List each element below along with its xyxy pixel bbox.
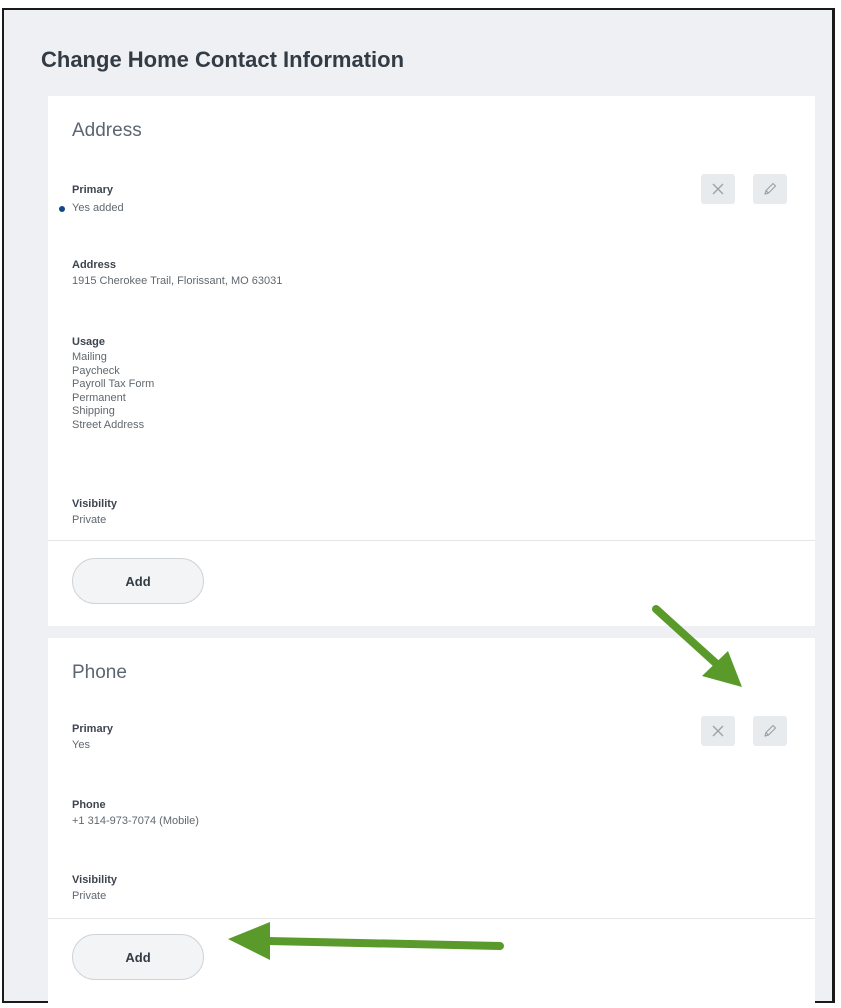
address-section-title: Address — [72, 120, 142, 141]
contact-panel: Change Home Contact Information Address … — [2, 8, 835, 1008]
address-card: Address Primary Yes added Address 1915 C… — [48, 96, 815, 626]
edit-phone-button[interactable] — [753, 716, 787, 746]
add-address-button[interactable]: Add — [72, 558, 204, 604]
usage-list: Mailing Paycheck Payroll Tax Form Perman… — [72, 351, 154, 432]
address-value: 1915 Cherokee Trail, Florissant, MO 6303… — [72, 275, 283, 287]
pencil-icon — [764, 182, 777, 195]
usage-item: Paycheck — [72, 364, 120, 377]
primary-label: Primary — [72, 723, 113, 735]
visibility-value: Private — [72, 890, 107, 902]
pencil-icon — [764, 724, 777, 737]
primary-value: Yes added — [72, 202, 124, 214]
add-phone-button[interactable]: Add — [72, 934, 204, 980]
page-title: Change Home Contact Information — [41, 47, 405, 72]
usage-item: Payroll Tax Form — [72, 378, 155, 390]
remove-phone-button[interactable] — [701, 716, 735, 746]
primary-label: Primary — [72, 184, 113, 196]
phone-value: +1 314-973-7074 (Mobile) — [72, 815, 199, 827]
visibility-label: Visibility — [72, 874, 118, 886]
usage-item: Mailing — [72, 351, 107, 363]
visibility-label: Visibility — [72, 498, 118, 510]
divider — [48, 540, 815, 541]
usage-label: Usage — [72, 336, 106, 348]
usage-item: Shipping — [72, 405, 115, 417]
phone-label: Phone — [72, 799, 106, 811]
remove-address-button[interactable] — [701, 174, 735, 204]
visibility-value: Private — [72, 514, 107, 526]
phone-section-title: Phone — [72, 662, 127, 683]
primary-value: Yes — [72, 739, 90, 751]
phone-card: Phone Primary Yes Phone +1 314-973-7074 … — [48, 638, 815, 1008]
edit-address-button[interactable] — [753, 174, 787, 204]
usage-item: Street Address — [72, 418, 145, 431]
usage-item: Permanent — [72, 391, 126, 404]
address-label: Address — [72, 259, 117, 271]
close-icon — [712, 183, 724, 195]
added-indicator-dot — [59, 206, 65, 212]
divider — [48, 918, 815, 919]
close-icon — [712, 725, 724, 737]
